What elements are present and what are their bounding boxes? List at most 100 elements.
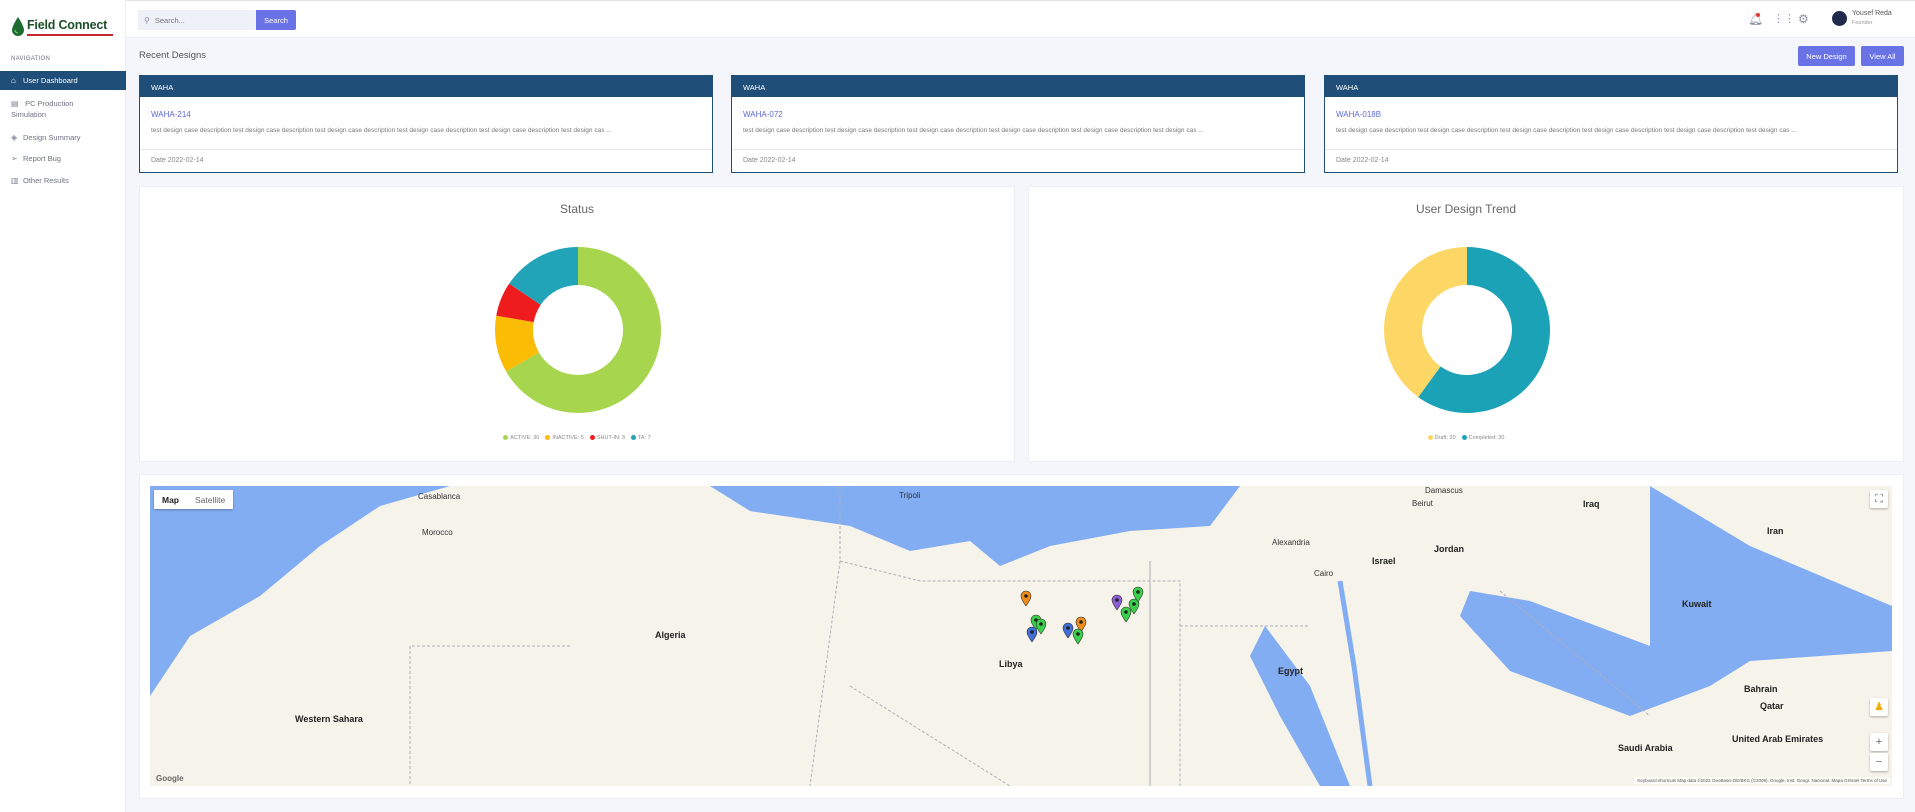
map-label: Saudi Arabia	[1618, 743, 1673, 753]
map-label: Iraq	[1583, 499, 1600, 509]
legend-item[interactable]: Completed: 30	[1461, 435, 1505, 441]
fullscreen-icon[interactable]: ⛶	[1870, 490, 1888, 508]
database-icon: ▥	[11, 176, 19, 185]
design-card[interactable]: WAHA WAHA-214 test design case descripti…	[139, 75, 713, 173]
legend-swatch	[1427, 435, 1433, 441]
design-link[interactable]: WAHA-072	[743, 110, 783, 119]
user-name[interactable]: Yousef Reda	[1852, 10, 1892, 17]
card-divider	[1325, 149, 1897, 150]
legend-label: INACTIVE: 5	[552, 435, 584, 441]
legend-label: Completed: 30	[1468, 435, 1505, 441]
sidebar-item-label: User Dashboard	[23, 76, 78, 85]
map-type-map-button[interactable]: Map	[154, 490, 187, 509]
map-label: Qatar	[1760, 701, 1784, 711]
design-date: Date 2022-02-14	[743, 157, 796, 164]
legend-label: ACTIVE: 30	[510, 435, 540, 441]
layers-icon: ◈	[11, 133, 18, 142]
street-view-pegman-icon[interactable]: ♟	[1870, 698, 1888, 716]
sidebar-item-report-bug[interactable]: ➢ Report Bug	[0, 153, 126, 164]
map-marker-pin-icon[interactable]	[1020, 590, 1032, 607]
map-label: Morocco	[422, 528, 453, 537]
map-marker-pin-icon[interactable]	[1035, 618, 1047, 635]
new-design-button[interactable]: New Design	[1798, 46, 1855, 66]
map-label: Damascus	[1425, 486, 1463, 495]
search-box: ⚲	[138, 10, 256, 30]
chart-legend: Draft: 20 Completed: 30	[1029, 435, 1903, 441]
sidebar-item-user-dashboard[interactable]: ⌂ User Dashboard	[0, 71, 126, 90]
legend-item[interactable]: Draft: 20	[1427, 435, 1456, 441]
design-card[interactable]: WAHA WAHA-072 test design case descripti…	[731, 75, 1305, 173]
google-logo: Google	[156, 774, 184, 783]
recent-designs-title: Recent Designs	[139, 50, 207, 61]
card-header: WAHA	[140, 76, 712, 97]
nav-heading: NAVIGATION	[11, 56, 51, 62]
map-land	[150, 486, 1892, 786]
design-description: test design case description test design…	[743, 127, 1204, 134]
map-label: Bahrain	[1744, 684, 1778, 694]
status-chart-panel: Status ACTIVE: 30 INACTIVE: 5 SHUT-IN: 3 TA…	[139, 186, 1015, 462]
design-description: test design case description test design…	[1336, 127, 1797, 134]
map-attribution[interactable]: Keyboard shortcuts Map data ©2022 GeoBas…	[1634, 777, 1890, 784]
sidebar-item-label: Other Results	[23, 176, 69, 185]
design-link[interactable]: WAHA-018B	[1336, 110, 1381, 119]
legend-item[interactable]: SHUT-IN: 3	[589, 435, 625, 441]
map-panel: Morocco Algeria Libya Egypt Western Saha…	[139, 474, 1904, 799]
apps-grid-icon[interactable]: ⋮⋮	[1773, 12, 1795, 25]
status-donut-chart	[495, 247, 661, 413]
avatar[interactable]	[1832, 11, 1847, 26]
legend-swatch	[630, 435, 636, 441]
trend-donut-chart	[1384, 247, 1550, 413]
sidebar-item-label: PC Production	[25, 99, 74, 108]
logo-underline	[27, 34, 113, 36]
sidebar-item-pc-production-simulation[interactable]: ▤ PC Production Simulation	[0, 98, 126, 120]
sidebar-item-label-line2: Simulation	[11, 110, 47, 119]
chart-legend: ACTIVE: 30 INACTIVE: 5 SHUT-IN: 3 TA: 7	[140, 435, 1014, 441]
card-header: WAHA	[1325, 76, 1897, 97]
map-marker-pin-icon[interactable]	[1111, 594, 1123, 611]
logo-text: Field Connect	[27, 18, 108, 32]
map-label: Israel	[1372, 556, 1396, 566]
card-header: WAHA	[732, 76, 1304, 97]
map-label: Kuwait	[1682, 599, 1712, 609]
map-type-control: Map Satellite	[154, 490, 234, 509]
zoom-in-button[interactable]: +	[1870, 733, 1888, 751]
design-card[interactable]: WAHA WAHA-018B test design case descript…	[1324, 75, 1898, 173]
legend-item[interactable]: TA: 7	[630, 435, 651, 441]
search-button[interactable]: Search	[256, 10, 296, 30]
legend-swatch	[503, 435, 509, 441]
legend-label: SHUT-IN: 3	[596, 435, 625, 441]
app-logo[interactable]: Field Connect	[10, 14, 115, 42]
home-icon: ⌂	[11, 76, 16, 85]
trend-chart-panel: User Design Trend Draft: 20 Completed: 30	[1028, 186, 1904, 462]
map-label: Libya	[999, 659, 1023, 669]
sidebar-item-other-results[interactable]: ▥ Other Results	[0, 175, 126, 186]
map-label: Casablanca	[418, 492, 461, 501]
map-marker-pin-icon[interactable]	[1132, 586, 1144, 603]
search-input[interactable]	[154, 15, 245, 25]
map-label: Algeria	[655, 630, 686, 640]
map-type-satellite-button[interactable]: Satellite	[187, 490, 234, 509]
view-all-button[interactable]: View All	[1861, 46, 1904, 66]
design-link[interactable]: WAHA-214	[151, 110, 191, 119]
legend-item[interactable]: INACTIVE: 5	[545, 435, 584, 441]
map-label: United Arab Emirates	[1732, 734, 1824, 744]
legend-swatch	[545, 435, 551, 441]
legend-swatch	[589, 435, 595, 441]
legend-item[interactable]: ACTIVE: 30	[503, 435, 539, 441]
map[interactable]: Morocco Algeria Libya Egypt Western Saha…	[150, 486, 1892, 786]
zoom-out-button[interactable]: −	[1870, 753, 1888, 771]
sidebar: Field Connect NAVIGATION ⌂ User Dashboar…	[0, 0, 126, 812]
gear-icon[interactable]: ⚙	[1798, 12, 1809, 26]
map-label: Tripoli	[899, 491, 921, 500]
search-icon: ⚲	[144, 15, 150, 25]
map-label: Egypt	[1278, 666, 1304, 676]
sidebar-item-label: Report Bug	[23, 154, 61, 163]
legend-swatch	[1461, 435, 1467, 441]
design-description: test design case description test design…	[151, 127, 612, 134]
design-date: Date 2022-02-14	[1336, 157, 1389, 164]
chart-title: User Design Trend	[1415, 202, 1517, 216]
map-marker-pin-icon[interactable]	[1062, 622, 1074, 639]
top-bar: ⚲ Search	[126, 0, 1915, 38]
sidebar-item-design-summary[interactable]: ◈ Design Summary	[0, 132, 126, 143]
map-label: Iran	[1767, 526, 1784, 536]
